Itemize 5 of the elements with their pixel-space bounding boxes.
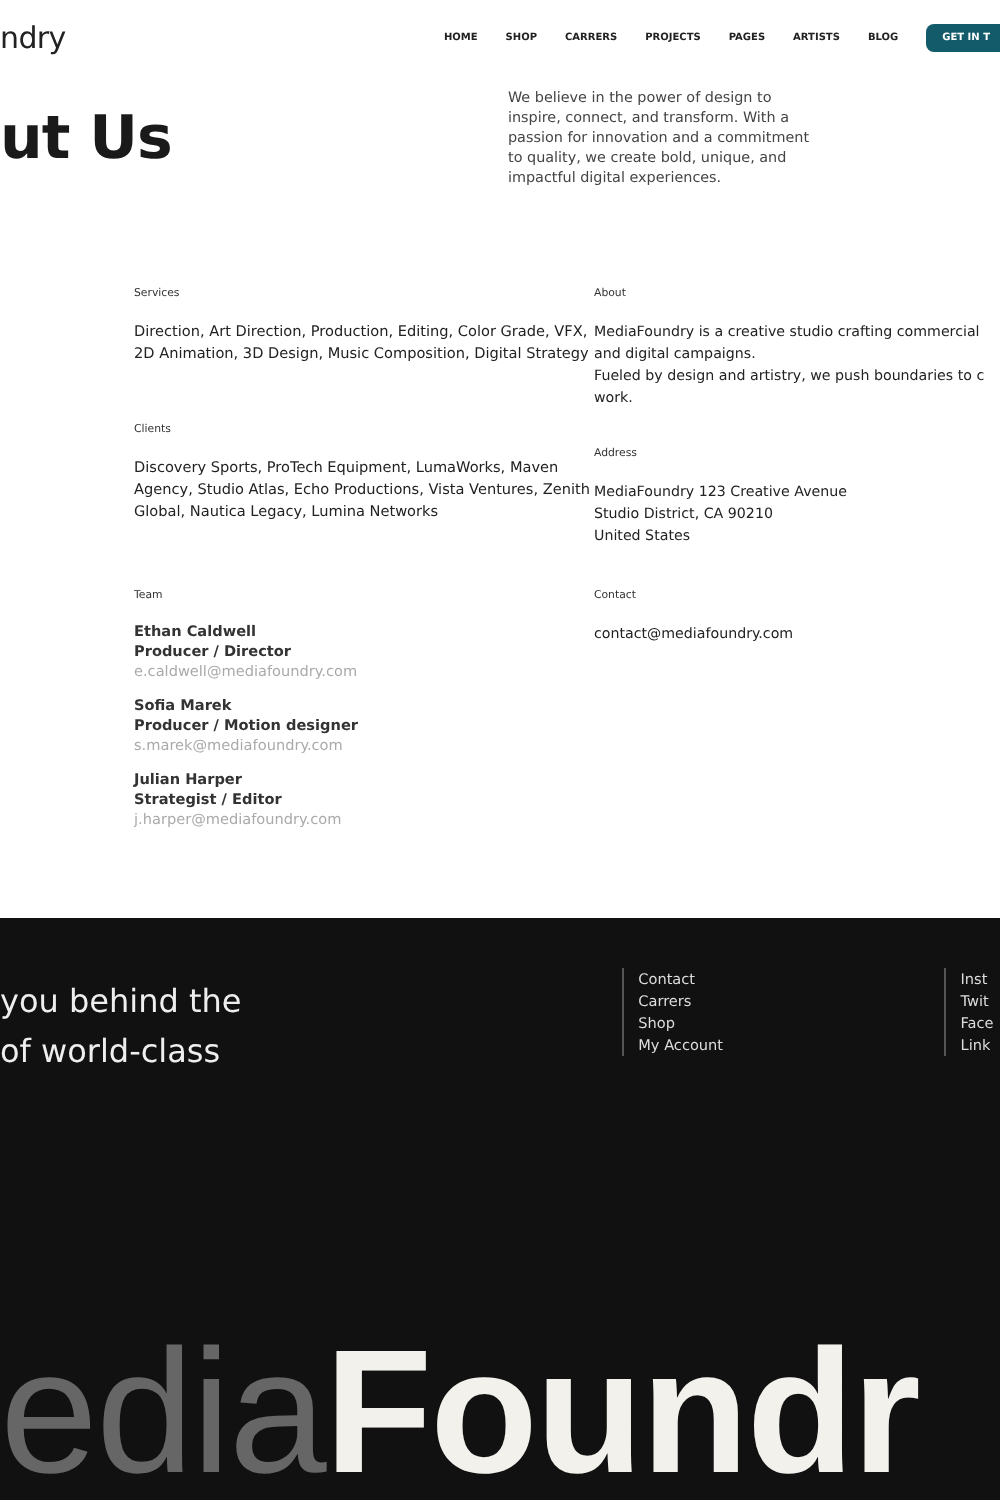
- wordmark: ediaFoundr: [0, 1332, 921, 1492]
- footer-tagline: you behind the: [0, 980, 244, 1024]
- footer-tagline: of world-class: [0, 1030, 223, 1074]
- page-title: ut Us: [0, 102, 174, 178]
- logo[interactable]: ndry: [0, 20, 66, 56]
